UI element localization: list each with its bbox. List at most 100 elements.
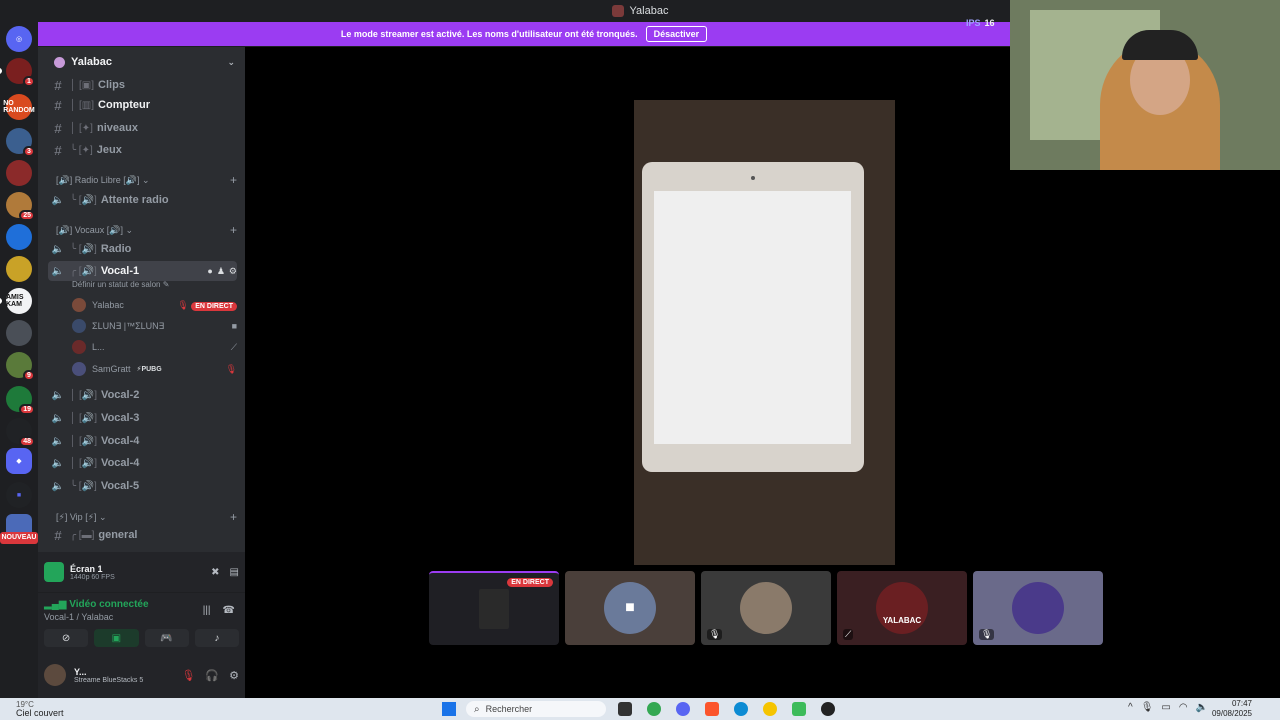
screen-share-icon: [44, 562, 64, 582]
channel-clips[interactable]: # │ [▣] Clips: [48, 75, 237, 95]
category-brackets: [🔊]: [56, 224, 75, 235]
disable-streamer-mode-button[interactable]: Désactiver: [645, 26, 708, 42]
category-radio-libre[interactable]: [🔊] Radio Libre [🔊] ⌄ +: [56, 172, 237, 188]
category-vip[interactable]: [⚡] Vip [⚡] ⌄ +: [56, 509, 237, 525]
camera-off-button[interactable]: ⊘: [44, 629, 89, 647]
channel-vocal-5[interactable]: 🔈 ╰ [🔊] Vocal-5: [48, 476, 237, 496]
headset-icon[interactable]: 🎧: [205, 669, 219, 682]
channel-compteur[interactable]: # │ [▥] Compteur: [48, 95, 237, 115]
server-icon[interactable]: [6, 320, 32, 346]
add-channel-icon[interactable]: +: [230, 510, 237, 524]
clock-time: 07:47: [1231, 699, 1252, 708]
channel-vocal-3[interactable]: 🔈 │ [🔊] Vocal-3: [48, 408, 237, 428]
server-icon[interactable]: 48: [6, 418, 35, 447]
stream-tile[interactable]: EN DIRECT: [429, 571, 559, 645]
channel-vocal-4[interactable]: 🔈 │ [🔊] Vocal-4: [48, 431, 237, 451]
member-name: L...: [92, 342, 105, 352]
text-channel-icon: #: [54, 97, 62, 113]
add-channel-icon[interactable]: +: [230, 223, 237, 237]
focused-video-stream[interactable]: [634, 100, 895, 565]
tree-line: ╭ [🔊]: [70, 265, 97, 277]
avatar[interactable]: [44, 664, 66, 686]
speaker-icon: 🔈: [51, 265, 65, 277]
channel-status-hint[interactable]: Définir un statut de salon ✎: [72, 280, 169, 289]
bluestacks-icon[interactable]: [792, 702, 806, 716]
streamer-mode-text: Le mode streamer est activé. Les noms d'…: [340, 29, 638, 39]
channel-radio[interactable]: 🔈 ╰ [🔊] Radio: [48, 239, 237, 259]
brave-icon[interactable]: [705, 702, 719, 716]
chat-icon[interactable]: ●: [207, 266, 212, 277]
guild-icon: [54, 56, 65, 68]
channel-vocal-4b[interactable]: 🔈 │ [🔊] Vocal-4: [48, 453, 237, 473]
user-name: Y...: [74, 666, 87, 677]
add-channel-icon[interactable]: +: [230, 173, 237, 187]
chevron-up-icon[interactable]: ^: [1128, 702, 1133, 713]
edge-icon[interactable]: [734, 702, 748, 716]
avatar: [740, 582, 792, 634]
stop-stream-icon[interactable]: ✖: [211, 567, 219, 578]
windows-start-icon[interactable]: [442, 702, 456, 716]
server-icon[interactable]: NO RANDOM: [3, 94, 35, 120]
server-icon[interactable]: 25: [6, 192, 35, 221]
file-explorer-icon[interactable]: [618, 702, 632, 716]
voice-member[interactable]: Yalabac 🎙 EN DIRECT: [72, 295, 237, 315]
gear-icon[interactable]: ⚙: [229, 669, 239, 682]
channel-vocal-2[interactable]: 🔈 │ [🔊] Vocal-2: [48, 385, 237, 405]
wifi-icon[interactable]: ◠: [1179, 702, 1188, 713]
category-vocaux[interactable]: [🔊] Vocaux [🔊] ⌄ +: [56, 222, 237, 238]
deafened-icon: ⟋: [230, 341, 237, 352]
participant-tile[interactable]: 🎙: [973, 571, 1103, 645]
server-icon[interactable]: 1: [0, 58, 35, 87]
channel-name: Attente radio: [100, 194, 169, 206]
game-name: PUBG: [141, 366, 162, 373]
server-icon[interactable]: 3: [6, 128, 35, 157]
participant-tile[interactable]: 🎙: [701, 571, 831, 645]
server-icon[interactable]: [6, 224, 32, 250]
channel-jeux[interactable]: # ╰ [✦] Jeux: [48, 140, 237, 160]
mic-muted-icon[interactable]: 🎙: [181, 669, 195, 682]
screen-share-button[interactable]: ▣: [94, 629, 139, 647]
avatar: [72, 319, 86, 333]
chrome-icon[interactable]: [647, 702, 661, 716]
screen-share-title: Écran 1: [70, 563, 103, 574]
server-icon[interactable]: [6, 160, 32, 186]
noise-suppression-icon[interactable]: |||: [203, 605, 211, 616]
channel-sidebar: Yalabac ⌄ # │ [▣] Clips # │ [▥] Compteur # │ …: [38, 47, 245, 698]
channel-niveaux[interactable]: # │ [✦] niveaux: [48, 118, 237, 138]
server-icon[interactable]: [6, 256, 32, 282]
member-name: Yalabac: [92, 300, 124, 310]
home-discord-icon[interactable]: ◎: [6, 26, 32, 52]
participant-tile[interactable]: YALABAC ⟋: [837, 571, 967, 645]
speaker-icon: 🔈: [51, 457, 65, 469]
obs-icon[interactable]: [821, 702, 835, 716]
voice-member[interactable]: L... ⟋: [72, 337, 237, 357]
chevron-down-icon[interactable]: ⌄: [227, 57, 235, 68]
channel-attente-radio[interactable]: 🔈 ╰ [🔊] Attente radio: [48, 190, 237, 210]
participant-tiles: EN DIRECT ■ 🎙 YALABAC ⟋ 🎙: [429, 571, 1103, 645]
server-icon[interactable]: 9: [6, 352, 35, 381]
volume-icon[interactable]: 🔈: [1196, 702, 1208, 713]
disconnect-icon[interactable]: ☎: [223, 605, 235, 616]
participant-tile[interactable]: ■: [565, 571, 695, 645]
activities-button[interactable]: 🎮: [144, 629, 189, 647]
voice-member[interactable]: SamGratt ⚡PUBG 🎙: [72, 359, 237, 379]
channel-general[interactable]: # ╭ [▬] general: [48, 525, 237, 545]
app-icon[interactable]: [763, 702, 777, 716]
folder-icon[interactable]: ■: [6, 482, 32, 508]
taskbar-search[interactable]: ⌕ Rechercher: [466, 701, 606, 717]
weather-widget[interactable]: 19°C Ciel couvert: [16, 700, 64, 718]
stream-settings-icon[interactable]: ▤: [230, 567, 239, 578]
gear-icon[interactable]: ⚙: [229, 266, 237, 277]
system-clock[interactable]: 07:47 09/08/2025: [1212, 699, 1252, 719]
server-icon[interactable]: 19: [6, 386, 35, 415]
server-icon[interactable]: AMIS KAM: [0, 288, 32, 314]
soundboard-button[interactable]: ♪: [194, 629, 239, 647]
microphone-icon[interactable]: 🎙: [1141, 702, 1154, 713]
server-icon[interactable]: ◆: [6, 448, 32, 474]
channel-vocal-1[interactable]: 🔈 ╭ [🔊] Vocal-1 ● ♟ ⚙: [48, 261, 237, 281]
invite-icon[interactable]: ♟: [217, 266, 225, 277]
voice-member[interactable]: ΣLUN∃ |™ΣLUN∃ ■: [72, 316, 237, 336]
guild-header[interactable]: Yalabac ⌄: [38, 47, 245, 77]
network-icon[interactable]: ▭: [1161, 702, 1170, 713]
discord-icon[interactable]: [676, 702, 690, 716]
